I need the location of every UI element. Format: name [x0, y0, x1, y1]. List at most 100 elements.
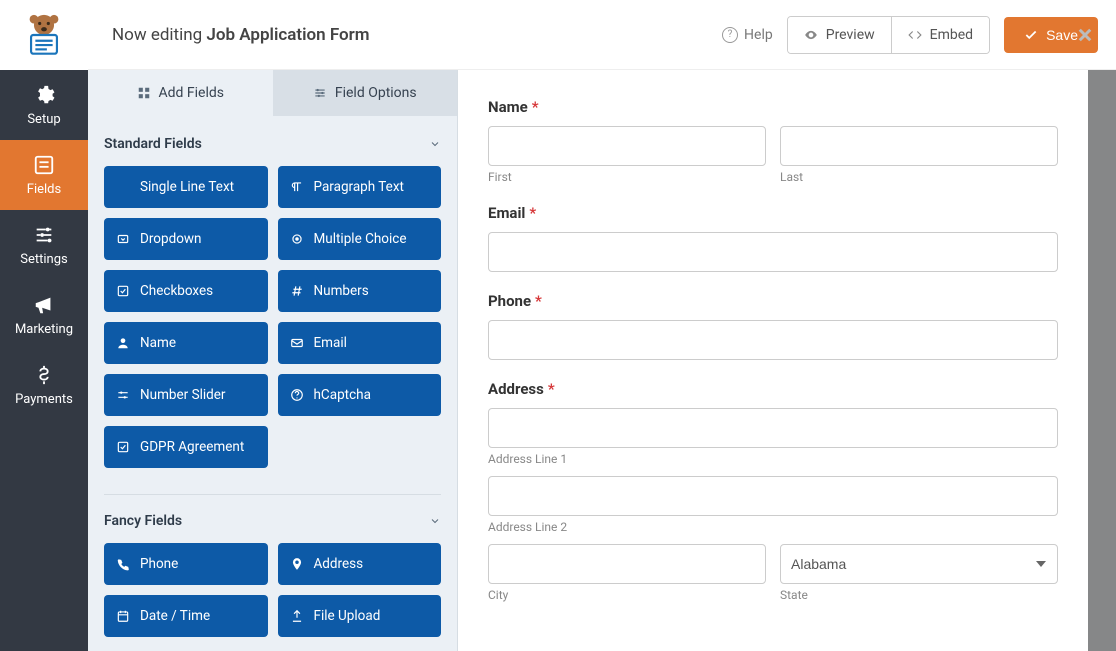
slider-icon [116, 388, 130, 402]
rail-label: Setup [27, 112, 60, 127]
phone-icon [116, 557, 130, 571]
last-name-input[interactable] [780, 126, 1058, 166]
preview-label: Preview [826, 27, 875, 43]
field-gdpr[interactable]: GDPR Agreement [104, 426, 268, 468]
close-icon [1076, 26, 1094, 44]
field-checkboxes[interactable]: Checkboxes [104, 270, 268, 312]
preview-phone-field[interactable]: Phone* [488, 292, 1058, 360]
embed-button[interactable]: Embed [891, 17, 989, 53]
tab-label: Add Fields [159, 85, 225, 101]
rail-label: Payments [15, 392, 73, 407]
mail-icon [290, 336, 304, 350]
embed-label: Embed [930, 27, 973, 43]
code-icon [908, 28, 922, 42]
field-date-time[interactable]: Date / Time [104, 595, 268, 637]
eye-icon [804, 28, 818, 42]
pin-icon [290, 557, 304, 571]
field-paragraph-text[interactable]: Paragraph Text [278, 166, 442, 208]
preview-area: Name* First Last [458, 70, 1116, 651]
tab-add-fields[interactable]: Add Fields [88, 70, 273, 116]
tab-field-options[interactable]: Field Options [273, 70, 458, 116]
left-rail: Setup Fields Settings Marketing Payments [0, 0, 88, 651]
field-file-upload[interactable]: File Upload [278, 595, 442, 637]
first-sublabel: First [488, 170, 766, 184]
page-title: Now editing Job Application Form [112, 25, 370, 45]
email-input[interactable] [488, 232, 1058, 272]
rail-label: Settings [20, 252, 67, 267]
rail-fields[interactable]: Fields [0, 140, 88, 210]
fields-panel: Add Fields Field Options Standard Fields… [88, 70, 458, 651]
field-hcaptcha[interactable]: hCaptcha [278, 374, 442, 416]
field-dropdown[interactable]: Dropdown [104, 218, 268, 260]
field-address[interactable]: Address [278, 543, 442, 585]
preview-name-field[interactable]: Name* First Last [488, 98, 1058, 184]
rail-setup[interactable]: Setup [0, 70, 88, 140]
chevron-down-icon [429, 515, 441, 527]
city-input[interactable] [488, 544, 766, 584]
required-mark: * [548, 380, 555, 398]
group-standard[interactable]: Standard Fields [104, 132, 441, 166]
wpforms-logo-icon [21, 12, 67, 58]
addr1-sublabel: Address Line 1 [488, 452, 1058, 466]
help-icon: ? [722, 27, 738, 43]
rail-marketing[interactable]: Marketing [0, 280, 88, 350]
calendar-icon [116, 609, 130, 623]
address-line2-input[interactable] [488, 476, 1058, 516]
required-mark: * [532, 98, 539, 116]
group-fancy[interactable]: Fancy Fields [104, 494, 441, 543]
first-name-input[interactable] [488, 126, 766, 166]
dollar-icon [33, 364, 55, 386]
check-icon [1024, 28, 1038, 42]
topbar: Now editing Job Application Form ? Help … [88, 0, 1116, 70]
required-mark: * [529, 204, 536, 222]
required-mark: * [535, 292, 542, 310]
text-icon [116, 180, 130, 194]
chevron-down-icon [429, 138, 441, 150]
rail-payments[interactable]: Payments [0, 350, 88, 420]
address-line1-input[interactable] [488, 408, 1058, 448]
hash-icon [290, 284, 304, 298]
user-icon [116, 336, 130, 350]
form-icon [33, 154, 55, 176]
rail-settings[interactable]: Settings [0, 210, 88, 280]
state-select[interactable]: Alabama [780, 544, 1058, 584]
fancy-field-grid: Phone Address Date / Time File Upload [104, 543, 441, 651]
field-name[interactable]: Name [104, 322, 268, 364]
rail-label: Fields [27, 182, 61, 197]
sliders-small-icon [313, 86, 327, 100]
group-label: Fancy Fields [104, 513, 182, 529]
field-email[interactable]: Email [278, 322, 442, 364]
preview-email-field[interactable]: Email* [488, 204, 1058, 272]
group-label: Standard Fields [104, 136, 202, 152]
field-number-slider[interactable]: Number Slider [104, 374, 268, 416]
last-sublabel: Last [780, 170, 1058, 184]
logo [0, 0, 88, 70]
email-label: Email* [488, 204, 1058, 222]
dropdown-icon [116, 232, 130, 246]
city-sublabel: City [488, 588, 766, 602]
gear-icon [33, 84, 55, 106]
field-numbers[interactable]: Numbers [278, 270, 442, 312]
field-single-line-text[interactable]: Single Line Text [104, 166, 268, 208]
phone-input[interactable] [488, 320, 1058, 360]
help-link[interactable]: ? Help [722, 27, 773, 43]
title-prefix: Now editing [112, 25, 206, 45]
field-multiple-choice[interactable]: Multiple Choice [278, 218, 442, 260]
tab-label: Field Options [335, 85, 417, 101]
form-preview[interactable]: Name* First Last [458, 70, 1088, 651]
check-square-icon [116, 440, 130, 454]
standard-field-grid: Single Line Text Paragraph Text Dropdown… [104, 166, 441, 486]
field-phone[interactable]: Phone [104, 543, 268, 585]
close-button[interactable] [1076, 26, 1094, 48]
paragraph-icon [290, 180, 304, 194]
right-area: Now editing Job Application Form ? Help … [88, 0, 1116, 651]
preview-button[interactable]: Preview [788, 17, 891, 53]
sliders-icon [33, 224, 55, 246]
state-sublabel: State [780, 588, 1058, 602]
help-label: Help [744, 27, 773, 43]
addr2-sublabel: Address Line 2 [488, 520, 1058, 534]
preview-address-field[interactable]: Address* Address Line 1 Address Line 2 C… [488, 380, 1058, 602]
grid-icon [137, 86, 151, 100]
phone-label: Phone* [488, 292, 1058, 310]
bullhorn-icon [33, 294, 55, 316]
